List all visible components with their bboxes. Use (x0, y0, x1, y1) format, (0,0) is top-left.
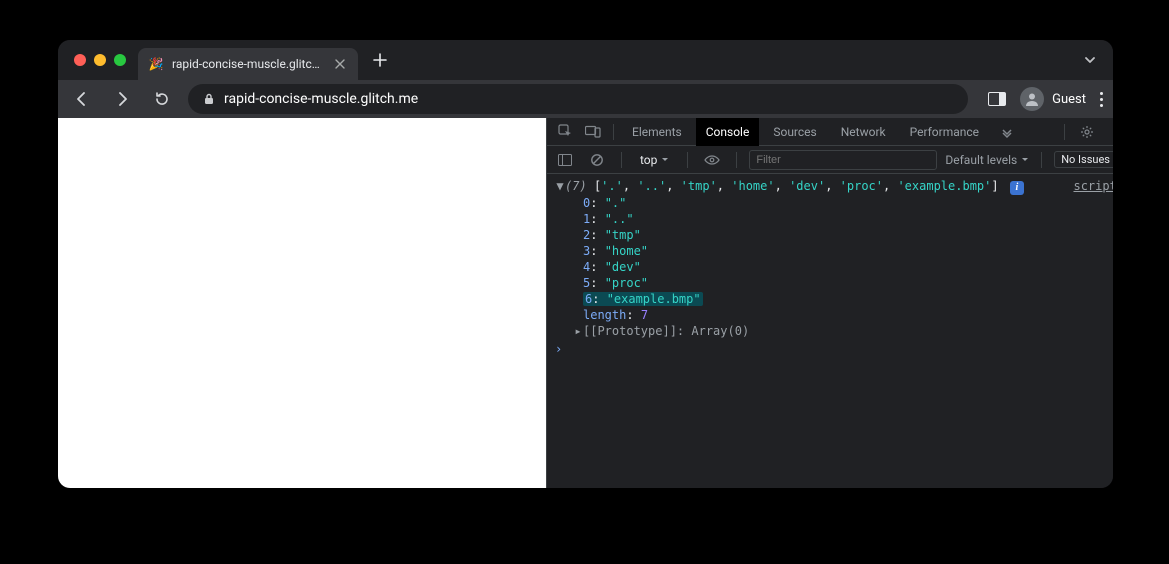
tab-search-button[interactable] (1083, 53, 1097, 67)
log-levels-selector[interactable]: Default levels (945, 153, 1029, 167)
live-expression-button[interactable] (700, 148, 724, 172)
more-tabs-button[interactable] (995, 120, 1019, 144)
array-item: 4: "dev" (555, 259, 1113, 275)
profile-label: Guest (1052, 92, 1086, 107)
devtools-panel: Elements Console Sources Network Perform… (546, 118, 1113, 488)
console-toolbar: top Default levels No Issues (547, 146, 1113, 174)
tab-performance[interactable]: Performance (900, 118, 989, 146)
tab-network[interactable]: Network (831, 118, 896, 146)
tab-sources[interactable]: Sources (763, 118, 826, 146)
device-toolbar-button[interactable] (581, 120, 605, 144)
array-item: 6: "example.bmp" (555, 291, 1113, 307)
log-levels-label: Default levels (945, 153, 1017, 167)
toolbar-right: Guest (988, 87, 1103, 111)
devtools-menu-button[interactable] (1105, 120, 1113, 144)
tab-elements[interactable]: Elements (622, 118, 692, 146)
reload-button[interactable] (148, 85, 176, 113)
page-viewport[interactable] (58, 118, 546, 488)
browser-tab[interactable]: 🎉 rapid-concise-muscle.glitch.m (138, 48, 358, 80)
log-summary: (7) ['.', '..', 'tmp', 'home', 'dev', 'p… (565, 178, 1065, 195)
log-entry[interactable]: ▼ (7) ['.', '..', 'tmp', 'home', 'dev', … (555, 178, 1113, 195)
array-item: 5: "proc" (555, 275, 1113, 291)
browser-menu-button[interactable] (1100, 92, 1103, 107)
devtools-settings-button[interactable] (1075, 120, 1099, 144)
lock-icon (202, 92, 216, 106)
new-tab-button[interactable] (366, 46, 394, 74)
log-source-link[interactable]: script.js:8 (1065, 178, 1113, 195)
array-item: 0: "." (555, 195, 1113, 211)
context-selector[interactable]: top (634, 151, 675, 169)
prototype-row[interactable]: ▸[[Prototype]]: Array(0) (555, 323, 1113, 339)
tab-favicon: 🎉 (148, 56, 164, 72)
address-bar[interactable]: rapid-concise-muscle.glitch.me (188, 84, 968, 114)
minimize-window-button[interactable] (94, 54, 106, 66)
back-button[interactable] (68, 85, 96, 113)
info-icon[interactable]: i (1010, 181, 1024, 195)
side-panel-button[interactable] (988, 92, 1006, 106)
tab-strip: 🎉 rapid-concise-muscle.glitch.m (58, 40, 1113, 80)
console-filter-input[interactable] (749, 150, 937, 170)
profile-button[interactable]: Guest (1020, 87, 1086, 111)
array-item: 1: ".." (555, 211, 1113, 227)
array-item: 2: "tmp" (555, 227, 1113, 243)
content-area: Elements Console Sources Network Perform… (58, 118, 1113, 488)
context-label: top (640, 153, 657, 167)
console-sidebar-toggle[interactable] (553, 148, 577, 172)
window-controls (74, 54, 126, 66)
clear-console-button[interactable] (585, 148, 609, 172)
maximize-window-button[interactable] (114, 54, 126, 66)
tab-console[interactable]: Console (696, 118, 760, 146)
console-output[interactable]: ▼ (7) ['.', '..', 'tmp', 'home', 'dev', … (547, 174, 1113, 488)
avatar-icon (1020, 87, 1044, 111)
forward-button[interactable] (108, 85, 136, 113)
devtools-tabbar: Elements Console Sources Network Perform… (547, 118, 1113, 146)
disclosure-triangle[interactable]: ▼ (555, 178, 565, 194)
tab-title: rapid-concise-muscle.glitch.m (172, 57, 324, 71)
browser-window: 🎉 rapid-concise-muscle.glitch.m rapi (58, 40, 1113, 488)
browser-toolbar: rapid-concise-muscle.glitch.me Guest (58, 80, 1113, 118)
close-tab-button[interactable] (332, 56, 348, 72)
url-text: rapid-concise-muscle.glitch.me (224, 91, 418, 107)
array-item: 3: "home" (555, 243, 1113, 259)
close-window-button[interactable] (74, 54, 86, 66)
inspect-element-button[interactable] (553, 120, 577, 144)
issues-button[interactable]: No Issues (1054, 151, 1113, 168)
array-length: length: 7 (555, 307, 1113, 323)
console-prompt[interactable]: › (555, 339, 1113, 359)
